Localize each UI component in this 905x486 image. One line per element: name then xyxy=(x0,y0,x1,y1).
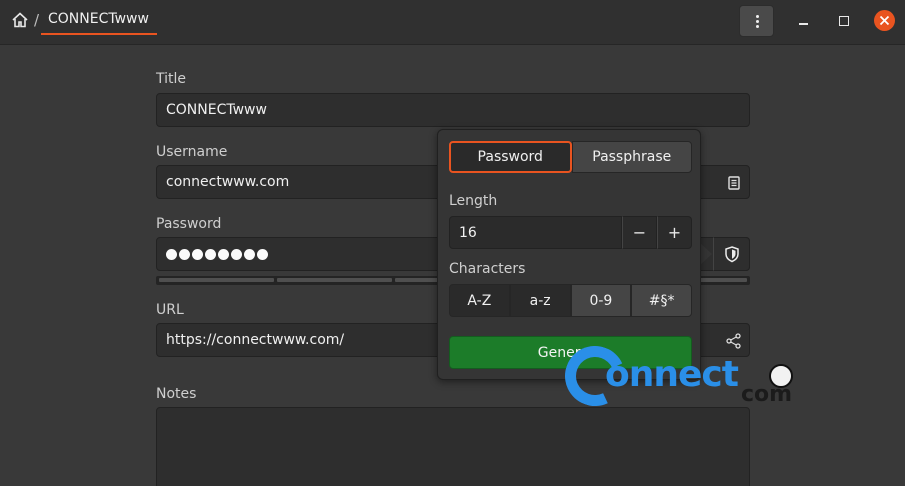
length-spinner: 16 − + xyxy=(449,216,692,249)
breadcrumb-current[interactable]: CONNECTwww xyxy=(48,11,149,27)
shield-icon xyxy=(725,246,739,263)
uppercase-toggle[interactable]: A-Z xyxy=(449,284,510,317)
character-set-toggles: A-Z a-z 0-9 #§* xyxy=(449,284,692,317)
length-input[interactable]: 16 xyxy=(449,216,622,249)
watermark-suffix: com xyxy=(741,382,793,407)
title-field[interactable]: CONNECTwww xyxy=(156,93,750,127)
generate-password-button[interactable] xyxy=(713,237,750,271)
home-icon[interactable] xyxy=(11,11,29,29)
mode-passphrase-button[interactable]: Passphrase xyxy=(571,141,692,173)
lowercase-toggle[interactable]: a-z xyxy=(509,284,571,317)
title-value: CONNECTwww xyxy=(166,102,267,118)
notes-field[interactable] xyxy=(156,407,750,486)
length-increment-button[interactable]: + xyxy=(657,216,692,249)
menu-button[interactable] xyxy=(739,5,774,37)
breadcrumb-underline xyxy=(41,33,157,35)
username-label: Username xyxy=(156,144,228,160)
characters-label: Characters xyxy=(449,261,526,277)
mode-password-button[interactable]: Password xyxy=(449,141,572,173)
copy-icon[interactable] xyxy=(725,174,743,192)
length-label: Length xyxy=(449,193,498,209)
password-generator-popover: Password Passphrase Length 16 − + Charac… xyxy=(437,129,701,380)
title-label: Title xyxy=(156,71,187,87)
url-value: https://connectwww.com/ xyxy=(166,332,345,348)
maximize-icon[interactable] xyxy=(833,10,855,32)
close-icon xyxy=(879,15,890,26)
menu-dots-icon xyxy=(756,15,759,18)
symbols-toggle[interactable]: #§* xyxy=(631,284,692,317)
watermark-text: onnect xyxy=(605,354,739,395)
breadcrumb-separator: / xyxy=(34,11,40,29)
notes-label: Notes xyxy=(156,386,197,402)
popover-arrow xyxy=(700,243,712,265)
close-button[interactable] xyxy=(874,10,895,31)
minimize-icon[interactable] xyxy=(793,10,815,32)
numbers-toggle[interactable]: 0-9 xyxy=(570,284,632,317)
length-decrement-button[interactable]: − xyxy=(622,216,657,249)
password-mask xyxy=(166,249,268,260)
username-value: connectwww.com xyxy=(166,174,290,190)
url-label: URL xyxy=(156,302,184,318)
password-label: Password xyxy=(156,216,222,232)
title-bar: / CONNECTwww xyxy=(0,0,905,45)
watermark-logo: onnect com xyxy=(556,337,795,416)
mode-switch: Password Passphrase xyxy=(449,141,692,173)
